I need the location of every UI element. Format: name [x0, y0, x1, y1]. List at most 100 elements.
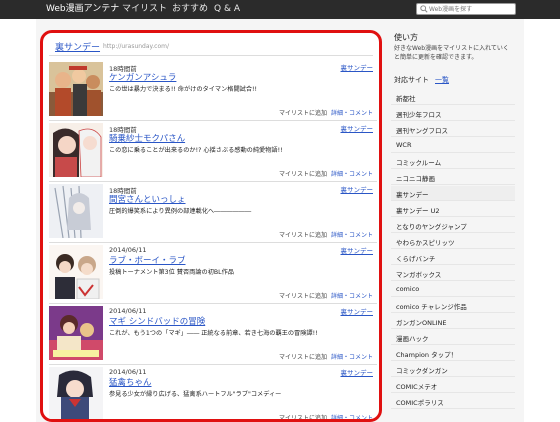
entry-description: この世は暴力で決まる!! 命がけのタイマン格闘試合!!: [109, 86, 258, 93]
sidebar-site-label: 新都社: [396, 95, 416, 103]
search-box[interactable]: [416, 3, 516, 15]
sidebar-site-item[interactable]: コミックダンガン: [391, 362, 515, 377]
manga-thumbnail[interactable]: [49, 184, 103, 238]
entry-time: 2014/06/11: [109, 307, 147, 315]
sidebar-site-label: くらげバンチ: [396, 255, 436, 263]
add-to-mylist-button[interactable]: マイリストに追加: [279, 230, 327, 239]
sidebar-site-label: 漫画ハック: [396, 335, 429, 343]
detail-comment-link[interactable]: 詳細・コメント: [331, 108, 373, 117]
entry-time: 2014/06/11: [109, 246, 147, 254]
sidebar-site-item[interactable]: 新都社: [391, 90, 515, 105]
entry-description: この恋に乗ることが出来るのか!? 心揺さぶる感動の純愛物語!!: [109, 147, 283, 154]
sidebar-site-item[interactable]: 週刊少年フロス: [391, 106, 515, 121]
sidebar-site-label: comico チャレンジ作品: [396, 303, 467, 311]
entry-title-link[interactable]: 猛禽ちゃん: [109, 376, 152, 388]
add-to-mylist-button[interactable]: マイリストに追加: [279, 413, 327, 419]
entry-title-link[interactable]: 騎乗紗士モクパさん: [109, 132, 185, 144]
sidebar-site-label: COMICメテオ: [396, 383, 438, 391]
manga-thumbnail[interactable]: [49, 123, 103, 177]
sidebar-site-item[interactable]: WCR: [391, 138, 515, 153]
manga-entry: 2014/06/11 ラブ・ボーイ・ラブ 投稿トーナメント第3位 賛否両論の初B…: [49, 243, 377, 304]
site-logo[interactable]: Web漫画アンテナ: [46, 3, 119, 16]
how-to-heading: 使い方: [394, 33, 418, 42]
manga-thumbnail[interactable]: [49, 306, 103, 360]
manga-entry: 2014/06/11 猛禽ちゃん 参見る少女が縁り広げる、猛禽系ハートフル"ラブ…: [49, 365, 377, 419]
manga-thumbnail[interactable]: [49, 62, 103, 116]
sidebar-site-label: Champion タップ！: [396, 351, 458, 359]
entry-source-link[interactable]: 裏サンデー: [341, 245, 374, 255]
manga-thumbnail[interactable]: [49, 367, 103, 419]
sidebar-site-label: 週刊ヤングフロス: [396, 127, 448, 135]
entry-source-link[interactable]: 裏サンデー: [341, 184, 374, 194]
nav-recommended[interactable]: おすすめ: [172, 3, 208, 16]
sidebar-site-item[interactable]: ニコニコ静画: [391, 170, 515, 185]
sidebar-site-label: マンガボックス: [396, 271, 442, 279]
entry-source-link[interactable]: 裏サンデー: [341, 123, 374, 133]
entry-title-link[interactable]: 間宮さんといっしょ: [109, 193, 186, 205]
nav-mylist[interactable]: マイリスト: [122, 3, 167, 16]
entry-title-link[interactable]: ケンガンアシュラ: [109, 71, 176, 83]
search-icon: [420, 5, 428, 13]
detail-comment-link[interactable]: 詳細・コメント: [331, 291, 373, 300]
nav-qa[interactable]: Q & A: [214, 3, 240, 16]
main-feed-panel: 裏サンデー http://urasunday.com/ 18時間前 ケンガンアシ…: [40, 30, 382, 422]
sidebar-site-item[interactable]: くらげバンチ: [391, 250, 515, 265]
manga-thumbnail[interactable]: [49, 245, 103, 299]
sidebar-site-label: やわらかスピリッツ: [396, 239, 455, 247]
entry-description: 圧倒的爆笑系により異例の部連載化へ――――――: [109, 208, 252, 215]
sidebar-site-item[interactable]: ガンガンONLINE: [391, 314, 515, 329]
top-navigation-bar: Web漫画アンテナ マイリスト おすすめ Q & A: [0, 0, 560, 19]
divider: [49, 55, 373, 56]
add-to-mylist-button[interactable]: マイリストに追加: [279, 291, 327, 300]
sidebar-site-item[interactable]: コミックルーム: [391, 154, 515, 169]
sidebar-site-label: コミックダンガン: [396, 367, 448, 375]
site-name-link[interactable]: 裏サンデー: [55, 43, 100, 53]
sidebar-site-item[interactable]: 週刊ヤングフロス: [391, 122, 515, 137]
sidebar-site-item[interactable]: comico チャレンジ作品: [391, 298, 515, 313]
sidebar-site-item[interactable]: COMICポラリス: [391, 394, 515, 409]
add-to-mylist-button[interactable]: マイリストに追加: [279, 352, 327, 361]
detail-comment-link[interactable]: 詳細・コメント: [331, 352, 373, 361]
detail-comment-link[interactable]: 詳細・コメント: [331, 413, 373, 419]
sidebar-site-item[interactable]: COMICメテオ: [391, 378, 515, 393]
sidebar-site-item[interactable]: となりのヤングジャンプ: [391, 218, 515, 233]
add-to-mylist-button[interactable]: マイリストに追加: [279, 169, 327, 178]
entry-source-link[interactable]: 裏サンデー: [341, 367, 374, 377]
site-list-link[interactable]: 一覧: [435, 76, 449, 84]
sidebar-site-item[interactable]: やわらかスピリッツ: [391, 234, 515, 249]
sidebar-site-item[interactable]: マンガボックス: [391, 266, 515, 281]
search-input[interactable]: [429, 4, 513, 14]
detail-comment-link[interactable]: 詳細・コメント: [331, 169, 373, 178]
site-header: 裏サンデー http://urasunday.com/: [55, 40, 169, 53]
detail-comment-link[interactable]: 詳細・コメント: [331, 230, 373, 239]
sidebar-site-label: 週刊少年フロス: [396, 111, 442, 119]
entry-time: 2014/06/11: [109, 368, 147, 376]
entry-title-link[interactable]: ラブ・ボーイ・ラブ: [109, 254, 186, 266]
sidebar-site-item[interactable]: 漫画ハック: [391, 330, 515, 345]
site-url: http://urasunday.com/: [103, 43, 169, 50]
sidebar-site-item[interactable]: 裏サンデー U2: [391, 202, 515, 217]
sidebar-site-label: WCR: [396, 141, 412, 149]
sidebar-site-label: ニコニコ静画: [396, 175, 435, 183]
entry-description: 参見る少女が縁り広げる、猛禽系ハートフル"ラブ"コメディー: [109, 391, 282, 398]
sidebar-site-label: comico: [396, 285, 420, 293]
sidebar-site-item[interactable]: comico: [391, 282, 515, 297]
sidebar-site-label: コミックルーム: [396, 159, 442, 167]
manga-entry: 18時間前 ケンガンアシュラ この世は暴力で決まる!! 命がけのタイマン格闘試合…: [49, 60, 377, 121]
entry-source-link[interactable]: 裏サンデー: [341, 306, 374, 316]
manga-entry: 2014/06/11 マギ シンドバッドの冒険 これが、もう1つの「マギ」―― …: [49, 304, 377, 365]
sidebar-site-label: 裏サンデー: [396, 191, 429, 199]
sidebar-site-item[interactable]: Champion タップ！: [391, 346, 515, 361]
manga-entry: 18時間前 間宮さんといっしょ 圧倒的爆笑系により異例の部連載化へ―――――― …: [49, 182, 377, 243]
entry-title-link[interactable]: マギ シンドバッドの冒険: [109, 315, 205, 327]
entry-source-link[interactable]: 裏サンデー: [341, 62, 374, 72]
manga-entry: 18時間前 騎乗紗士モクパさん この恋に乗ることが出来るのか!? 心揺さぶる感動…: [49, 121, 377, 182]
sidebar-site-item-active[interactable]: 裏サンデー: [391, 186, 515, 201]
entry-description: これが、もう1つの「マギ」―― 正統なる前章、若き七海の覇王の冒険譚!!: [109, 330, 318, 337]
supported-sites-heading: 対応サイト 一覧: [394, 75, 449, 85]
how-to-text: 好きなWeb漫画をマイリストに入れていくと簡単に更新を確認できます。: [394, 45, 509, 61]
sidebar-site-label: ガンガンONLINE: [396, 319, 447, 327]
sidebar-site-label: 裏サンデー U2: [396, 207, 440, 215]
add-to-mylist-button[interactable]: マイリストに追加: [279, 108, 327, 117]
sidebar-site-label: となりのヤングジャンプ: [396, 223, 467, 231]
